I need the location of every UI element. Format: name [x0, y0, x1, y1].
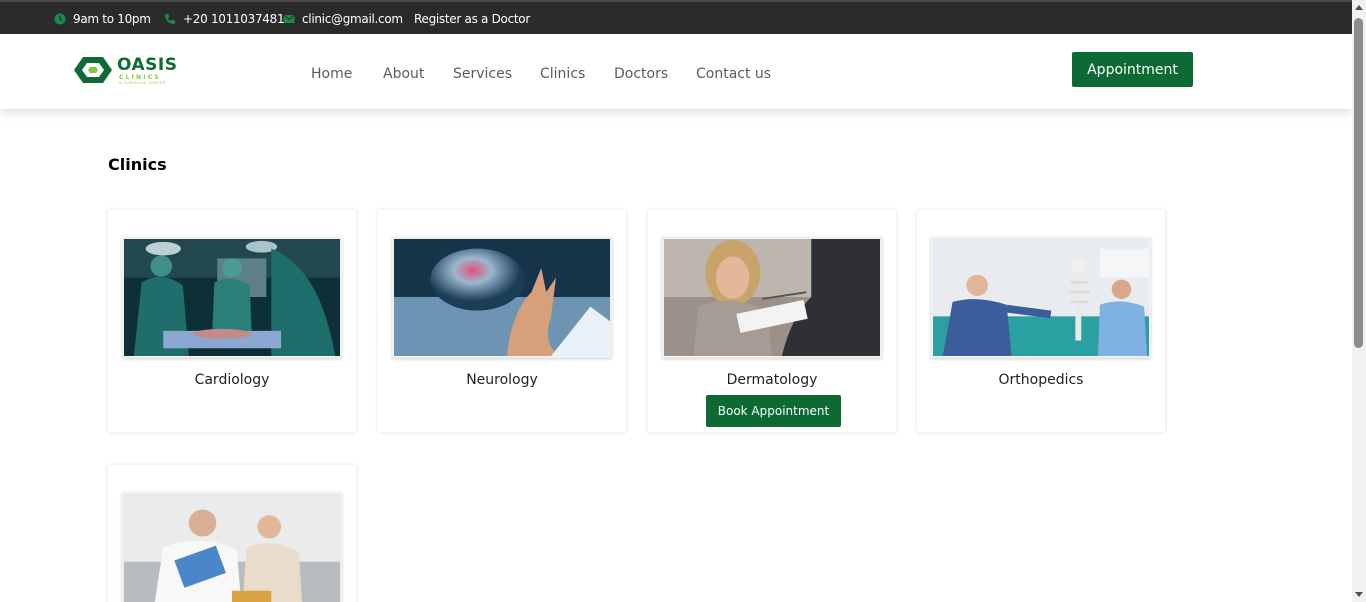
- logo-sub: CLINICS: [119, 74, 161, 81]
- oasis-logo[interactable]: OASIS CLINICS & SURGICAL CENTER: [73, 54, 185, 88]
- nav-services[interactable]: Services: [453, 66, 512, 82]
- clinic-card-neurology[interactable]: Neurology: [378, 210, 626, 432]
- envelope-icon: [283, 13, 295, 25]
- clinic-name: Cardiology: [194, 372, 270, 388]
- clinic-card-cardiology[interactable]: Cardiology: [108, 210, 356, 432]
- logo-name: OASIS: [117, 55, 178, 75]
- page-title: Clinics: [108, 155, 167, 174]
- logo-tagline: & SURGICAL CENTER: [119, 81, 166, 85]
- phone-text: +20 1011037481: [183, 12, 285, 26]
- scroll-thumb[interactable]: [1354, 18, 1363, 348]
- phone-info[interactable]: +20 1011037481: [164, 11, 285, 27]
- nav-contact[interactable]: Contact us: [696, 66, 771, 82]
- appointment-button[interactable]: Appointment: [1072, 52, 1193, 87]
- orthopedics-image: [931, 237, 1151, 358]
- scroll-down-arrow-icon[interactable]: [1355, 592, 1363, 597]
- page-scrollbar[interactable]: [1352, 0, 1366, 602]
- nav-home[interactable]: Home: [311, 66, 352, 82]
- top-info-bar: 9am to 10pm +20 1011037481 clinic@gmail.…: [0, 0, 1352, 34]
- scroll-up-arrow-icon[interactable]: [1355, 5, 1363, 10]
- cardiology-image: [122, 237, 342, 358]
- dermatology-image: [662, 237, 882, 358]
- clinic-card-dermatology[interactable]: Dermatology Book Appointment: [648, 210, 896, 432]
- register-doctor-link[interactable]: Register as a Doctor: [414, 11, 530, 27]
- register-doctor-text: Register as a Doctor: [414, 12, 530, 26]
- main-header: OASIS CLINICS & SURGICAL CENTER Home Abo…: [0, 34, 1352, 109]
- hours-text: 9am to 10pm: [73, 12, 151, 26]
- nav-clinics[interactable]: Clinics: [540, 66, 585, 82]
- book-appointment-button[interactable]: Book Appointment: [706, 395, 841, 427]
- clinic-name: Dermatology: [726, 372, 818, 388]
- clinic-5-image: [122, 492, 342, 602]
- clock-icon: [54, 13, 66, 25]
- hours-info: 9am to 10pm: [54, 11, 151, 27]
- logo-hexagon-icon: [74, 57, 112, 83]
- email-info[interactable]: clinic@gmail.com: [283, 11, 403, 27]
- clinic-name: Neurology: [466, 372, 538, 388]
- clinic-card-5[interactable]: [108, 465, 356, 602]
- nav-about[interactable]: About: [383, 66, 424, 82]
- nav-doctors[interactable]: Doctors: [614, 66, 668, 82]
- phone-icon: [164, 13, 176, 25]
- clinic-name: Orthopedics: [998, 372, 1084, 388]
- clinic-card-orthopedics[interactable]: Orthopedics: [917, 210, 1165, 432]
- neurology-image: [392, 237, 612, 358]
- email-text: clinic@gmail.com: [302, 12, 403, 26]
